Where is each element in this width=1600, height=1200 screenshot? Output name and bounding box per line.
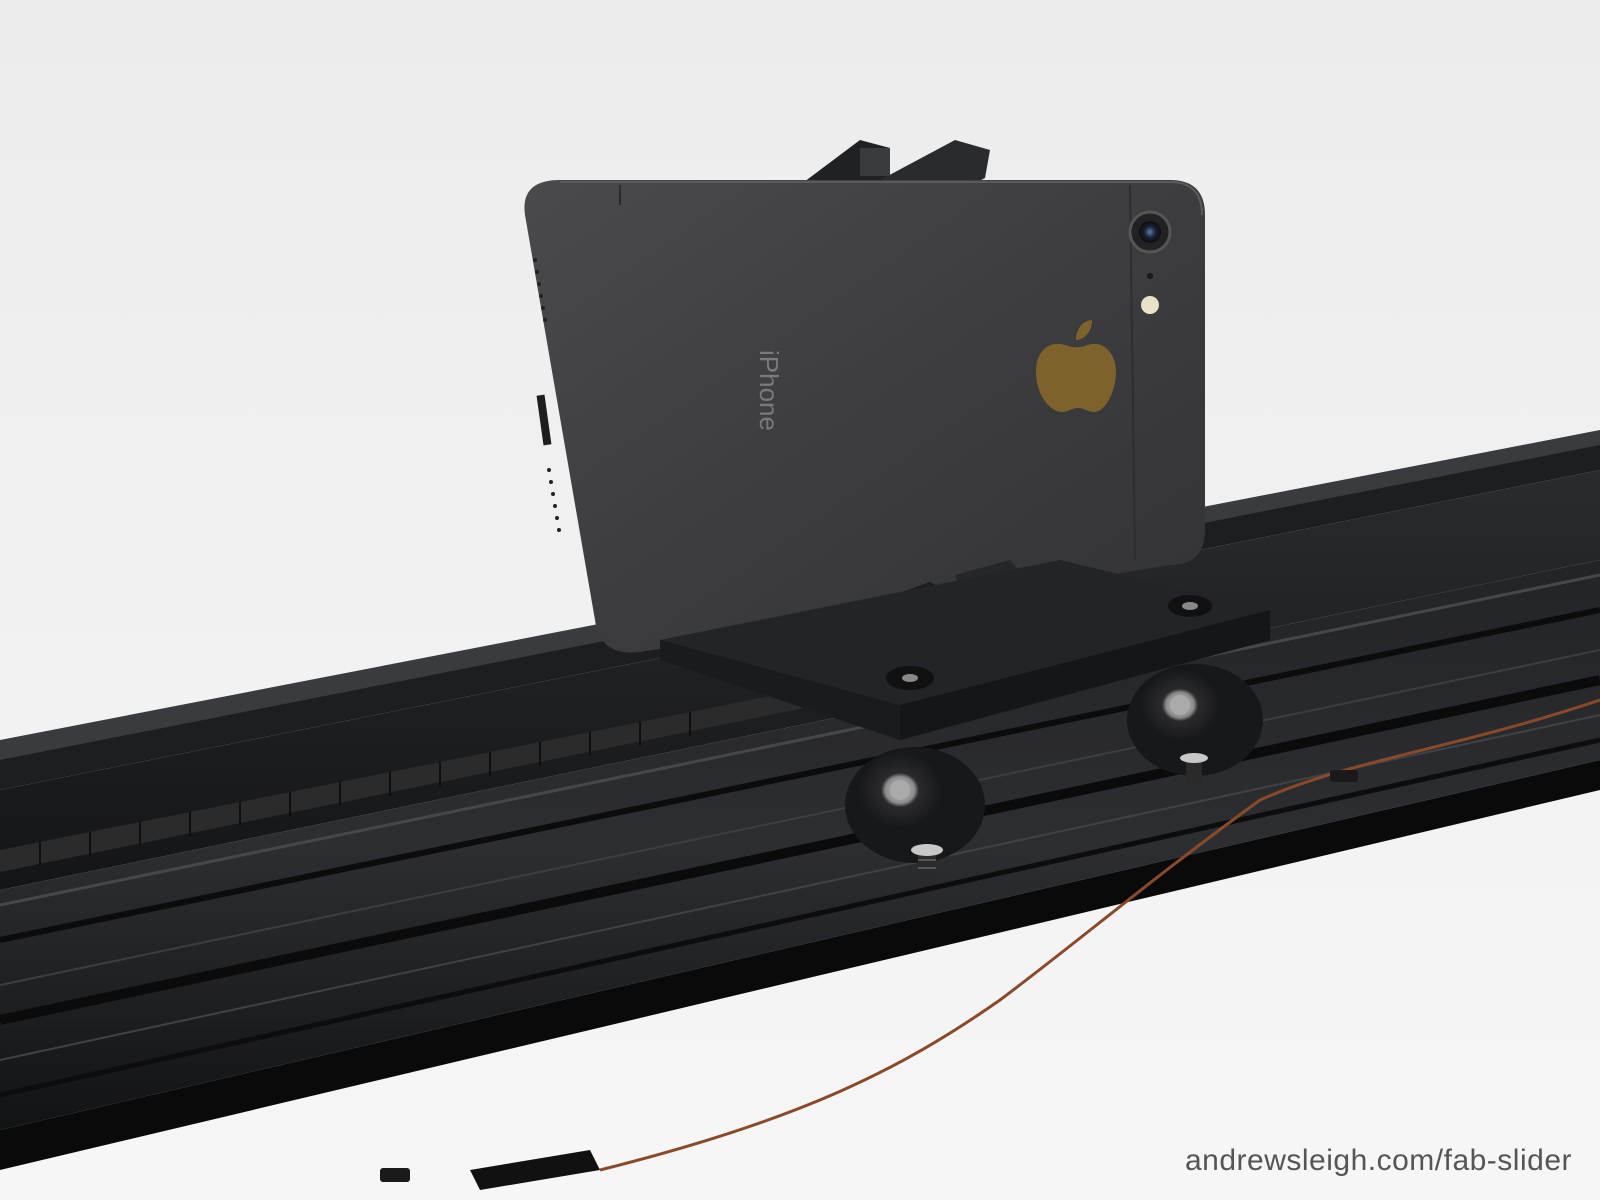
phone-brand-text: iPhone: [754, 350, 784, 431]
flash-icon: [1141, 296, 1159, 314]
watermark-text: andrewsleigh.com/fab-slider: [1184, 1144, 1572, 1177]
rail-foot: [1330, 770, 1358, 782]
rail-foot: [380, 1168, 410, 1182]
photo-scene: iPhone: [0, 0, 1600, 1200]
